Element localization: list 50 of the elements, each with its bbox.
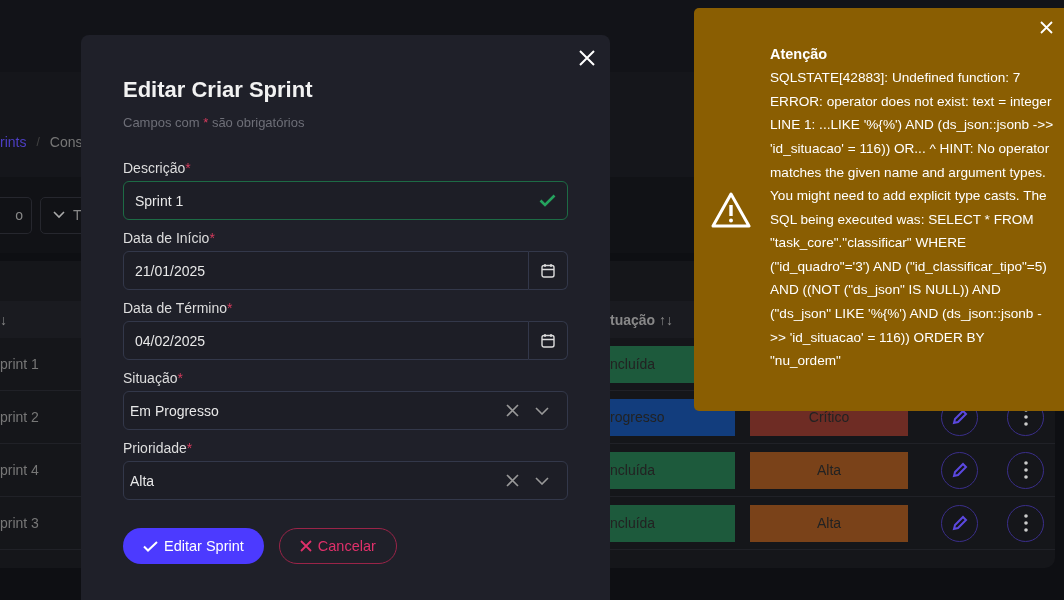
status-tag: ncluída (610, 451, 735, 489)
clear-icon[interactable] (506, 474, 519, 487)
table-cell-text: print 2 (0, 409, 40, 425)
calendar-icon (541, 333, 555, 348)
calendar-icon (541, 263, 555, 278)
filter-label: T (73, 207, 82, 223)
table-cell-text: print 3 (0, 515, 40, 531)
close-icon (579, 50, 595, 66)
chevron-down-icon[interactable] (535, 406, 549, 415)
priority-tag: Alta (750, 451, 908, 489)
table-cell-text: print 1 (0, 356, 40, 372)
table-cell-text: print 4 (0, 462, 40, 478)
breadcrumb-separator: / (36, 135, 40, 149)
toast-title: Atenção (770, 46, 829, 63)
calendar-button[interactable] (529, 321, 568, 360)
status-tag: ncluída (610, 504, 735, 542)
save-button[interactable]: Editar Sprint (123, 528, 264, 564)
dialog-title: Editar Criar Sprint (123, 77, 314, 103)
date-field[interactable]: 21/01/2025 (123, 251, 529, 290)
more-icon (1023, 514, 1028, 532)
more-icon (1023, 461, 1028, 479)
column-header[interactable]: tuação ↑↓ (610, 311, 673, 328)
close-icon (299, 540, 312, 552)
field-label: Data de Início* (123, 230, 215, 246)
description-field[interactable]: Sprint 1 (123, 181, 568, 220)
pencil-icon (950, 408, 969, 426)
close-icon (1040, 21, 1053, 34)
check-icon (143, 540, 158, 552)
pencil-icon (950, 461, 969, 479)
field-label: Data de Término* (123, 300, 233, 316)
breadcrumb-link[interactable]: Cons (49, 134, 83, 150)
chevron-down-icon[interactable] (535, 476, 549, 485)
field-label: Prioridade* (123, 440, 193, 456)
date-field[interactable]: 04/02/2025 (123, 321, 529, 360)
filter-field[interactable]: o (0, 196, 32, 234)
close-button[interactable] (579, 50, 595, 66)
toast-message: SQLSTATE[42883]: Undefined function: 7 ERROR: operator does not exist: text = integer LINE 1: ...LIKE '%{%') AND (ds_json::jsonb ->> 'id_situacao' = 116)) OR... ^ HINT: No operator matches the given name and argument types. You might need to add explicit type casts. The SQL being executed was: SELECT * FROM "task_core"."classificar" WHERE ("id_quadro"='3') AND ("id_classificar_tipo"=5) AND ((NOT ("ds_json" IS NULL)) AND ("ds_json" LIKE '%{%') AND (ds_json::jsonb ->> 'id_situacao' = 116)) ORDER BY "nu_ordem" (770, 69, 1054, 371)
field-label: Situação* (123, 370, 183, 386)
warning-icon (711, 191, 751, 228)
calendar-button[interactable] (529, 251, 568, 290)
column-header[interactable]: ↓ (0, 311, 60, 328)
check-icon (539, 194, 556, 207)
required-fields-note: Campos com * são obrigatórios (123, 115, 306, 130)
pencil-icon (950, 514, 969, 532)
clear-icon[interactable] (506, 404, 519, 417)
select-field[interactable]: Em Progresso (123, 391, 568, 430)
chevron-down-icon (53, 211, 65, 219)
priority-tag: Alta (750, 504, 908, 542)
select-field[interactable]: Alta (123, 461, 568, 500)
field-label: Descrição* (123, 160, 191, 176)
